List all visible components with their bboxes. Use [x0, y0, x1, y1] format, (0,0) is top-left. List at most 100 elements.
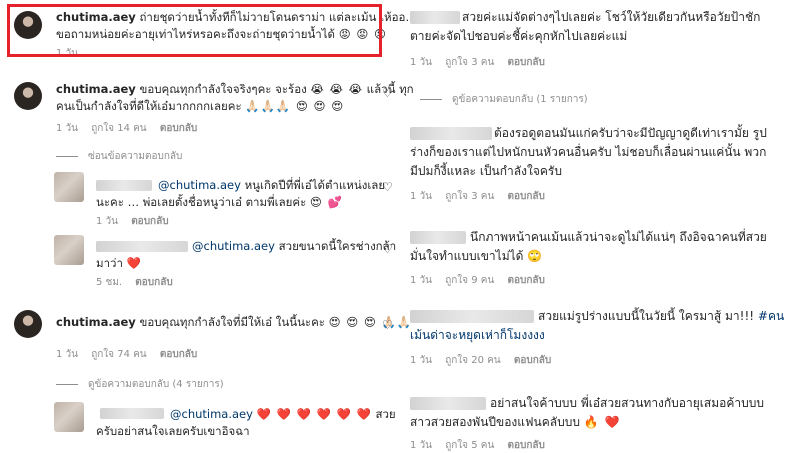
comment-meta: 1 วัน ถูกใจ 14 คน ตอบกลับ — [56, 121, 207, 136]
timestamp: 1 วัน — [56, 123, 78, 134]
blurred-username — [100, 408, 164, 419]
hashtag-link[interactable]: #คน — [758, 309, 784, 323]
like-count[interactable]: ถูกใจ 14 คน — [91, 123, 146, 134]
like-count[interactable]: ถูกใจ 3 คน — [445, 57, 494, 68]
mention-link[interactable]: @chutima.aey — [170, 407, 253, 421]
avatar[interactable] — [54, 172, 84, 202]
comment-text-line-2: ร่างก็ของเราแต่ไปหนักบนหัวคนอื่นครับ ไม่… — [410, 144, 766, 161]
blurred-username — [96, 241, 188, 252]
hashtag-link[interactable]: เม้นด่าจะหยุดเห่าก็โมงงงง — [410, 328, 545, 342]
comment-text: มีปมก็งี้แหละ เป็นกำลังใจครับ — [410, 164, 562, 178]
comment-text-line-1: ต้องรอดูตอนมันแก่ครับว่าจะมีปัญญาดูดีเท่… — [494, 125, 767, 142]
comment-text: ขอบคุณทุกกำลังใจจริงๆคะ จะร้อง — [139, 82, 307, 96]
reply-text-line-2: นะคะ … พ่อเลยตั้งชื่อหนูว่าเอ๋ ตามพี่เลย… — [96, 194, 343, 211]
reply-button[interactable]: ตอบกลับ — [160, 123, 197, 134]
comment-text: ต้องรอดูตอนมันแก่ครับว่าจะมีปัญญาดูดีเท่… — [494, 126, 767, 140]
comment-text: สาวสวยสองพันปีของแฟนคลับบบ — [410, 415, 580, 429]
comment-text: ร่างก็ของเราแต่ไปหนักบนหัวคนอื่นครับ ไม่… — [410, 145, 767, 159]
comment-text-line-2: คนเป็นกำลังใจที่ดีให้เอ๋มากกกกเลยคะ 🙏🏻🙏🏻… — [56, 98, 344, 115]
right-comments-panel: สวยค่ะแม่จัดต่างๆไปเลยค่ะ โชว์ให้วัยเดีย… — [400, 0, 800, 452]
reply-button[interactable]: ตอบกลับ — [507, 440, 544, 451]
left-comments-panel: chutima.aey ถ่ายชุดว่ายน้ำทั้งทีก็ไม่วาย… — [0, 0, 417, 452]
blurred-username — [410, 397, 486, 410]
blurred-username — [410, 310, 534, 323]
reply-text-line-1: @chutima.aey ❤️ ❤️ ❤️ ❤️ ❤️ ❤️ สวย — [170, 406, 396, 423]
reply-button[interactable]: ตอบกลับ — [131, 216, 168, 227]
comment-meta: 1 วัน ถูกใจ 3 คน ตอบกลับ — [410, 189, 555, 204]
comment-meta: 1 วัน ถูกใจ 20 คน ตอบกลับ — [410, 353, 561, 368]
comment-text-line-1: chutima.aey ขอบคุณทุกกำลังใจจริงๆคะ จะร้… — [56, 81, 414, 98]
like-count[interactable]: ถูกใจ 9 คน — [445, 275, 494, 286]
reply-text-line-1: @chutima.aey สวยขนาดนี้ใครช่างกล้า — [192, 238, 396, 255]
heart-eyes-emoji: 😍 💕 — [309, 195, 343, 209]
hide-replies-button[interactable]: ซ่อนข้อความตอบกลับ — [56, 149, 182, 164]
blurred-username — [410, 231, 466, 244]
reply-text-line-2: มาว่า ❤️ — [96, 255, 142, 272]
timestamp: 1 วัน — [410, 57, 432, 68]
comment-text-line-1: นึกภาพหน้าคนเม้นแล้วน่าจะดูไม่ได้แน่ๆ ถึ… — [470, 229, 767, 246]
like-count[interactable]: ถูกใจ 74 คน — [91, 349, 146, 360]
avatar[interactable] — [54, 402, 84, 432]
comment-text: สวยแม่รูปร่างแบบนี้ในวัยนี้ ใครมาสู้ มา!… — [538, 309, 755, 323]
mention-link[interactable]: @chutima.aey — [158, 178, 241, 192]
comment-meta: 1 วัน ถูกใจ 74 คน ตอบกลับ — [56, 347, 207, 362]
like-heart-icon[interactable]: ♡ — [382, 242, 393, 256]
like-heart-icon[interactable]: ♡ — [382, 318, 393, 332]
hide-replies-label: ซ่อนข้อความตอบกลับ — [88, 151, 183, 162]
comment-text-line-2: เม้นด่าจะหยุดเห่าก็โมงงงง — [410, 327, 545, 344]
reply-text: หนูเกิดปีที่พี่เอ๋ได้ตำแหน่งเลย — [244, 178, 386, 192]
comment-text-line-2: ตายค่ะจัดไปชอบค่ะชี้ค่ะคุกหักไปเลยค่ะแม่ — [410, 28, 627, 45]
avatar[interactable] — [54, 235, 84, 265]
username[interactable]: chutima.aey — [56, 315, 136, 329]
comment-text-line-1: สวยแม่รูปร่างแบบนี้ในวัยนี้ ใครมาสู้ มา!… — [538, 308, 784, 325]
like-heart-icon[interactable]: ♡ — [382, 86, 393, 100]
reply-meta: 1 วัน ตอบกลับ — [96, 214, 179, 229]
reply-button[interactable]: ตอบกลับ — [507, 275, 544, 286]
reply-button[interactable]: ตอบกลับ — [160, 349, 197, 360]
avatar[interactable] — [14, 82, 42, 110]
red-heart-emoji: ❤️ — [126, 256, 142, 270]
username[interactable]: chutima.aey — [56, 82, 136, 96]
comment-meta: 1 วัน ถูกใจ 5 คน ตอบกลับ — [410, 438, 555, 453]
divider-line — [56, 155, 78, 157]
reply-text: สวยขนาดนี้ใครช่างกล้า — [278, 239, 397, 253]
reply-button[interactable]: ตอบกลับ — [507, 191, 544, 202]
reply-button[interactable]: ตอบกลับ — [514, 355, 551, 366]
avatar[interactable] — [14, 310, 42, 338]
view-replies-label: ดูข้อความตอบกลับ (1 รายการ) — [452, 94, 588, 105]
view-replies-label: ดูข้อความตอบกลับ (4 รายการ) — [88, 379, 224, 390]
comment-text: chutima.aey ขอบคุณทุกกำลังใจที่มีให้เอ๋ … — [56, 314, 412, 331]
timestamp: 1 วัน — [410, 355, 432, 366]
timestamp: 1 วัน — [410, 440, 432, 451]
view-replies-button[interactable]: ดูข้อความตอบกลับ (1 รายการ) — [420, 92, 588, 107]
reply-button[interactable]: ตอบกลับ — [135, 277, 172, 288]
comment-text-line-1: อย่าสนใจค้าบบบ พี่เอ๋สวยสวนทางกับอายุเสม… — [490, 395, 764, 412]
reply-button[interactable]: ตอบกลับ — [507, 57, 544, 68]
divider-line — [56, 383, 78, 385]
comment-text: นึกภาพหน้าคนเม้นแล้วน่าจะดูไม่ได้แน่ๆ ถึ… — [470, 230, 767, 244]
comment-text-line-2: มั่นใจทำแบบเขาไม่ได้ 🙄 — [410, 248, 543, 265]
reply-meta: 5 ชม. ตอบกลับ — [96, 275, 183, 290]
like-count[interactable]: ถูกใจ 3 คน — [445, 191, 494, 202]
timestamp: 1 วัน — [56, 349, 78, 360]
mention-link[interactable]: @chutima.aey — [192, 239, 275, 253]
like-count[interactable]: ถูกใจ 5 คน — [445, 440, 494, 451]
timestamp: 1 วัน — [410, 275, 432, 286]
reply-text: มาว่า — [96, 256, 123, 270]
highlight-box — [7, 4, 382, 57]
comment-text: ขอบคุณทุกกำลังใจที่มีให้เอ๋ ในนี้นะคะ — [139, 315, 325, 329]
fire-heart-emoji: 🔥 ❤️ — [583, 415, 621, 429]
reply-text-line-1: @chutima.aey หนูเกิดปีที่พี่เอ๋ได้ตำแหน่… — [158, 177, 385, 194]
red-heart-emoji: ❤️ ❤️ ❤️ ❤️ ❤️ ❤️ — [256, 407, 372, 421]
like-heart-icon[interactable]: ♡ — [382, 180, 393, 194]
like-count[interactable]: ถูกใจ 20 คน — [445, 355, 500, 366]
view-replies-button[interactable]: ดูข้อความตอบกลับ (4 รายการ) — [56, 377, 224, 392]
comment-text-line-3: มีปมก็งี้แหละ เป็นกำลังใจครับ — [410, 163, 562, 180]
reply-text: ครับอย่าสนใจเลยครับเขาอิจฉา — [96, 424, 250, 438]
comment-text: อย่าสนใจค้าบบบ พี่เอ๋สวยสวนทางกับอายุเสม… — [490, 396, 764, 410]
comment-text: ตายค่ะจัดไปชอบค่ะชี้ค่ะคุกหักไปเลยค่ะแม่ — [410, 29, 628, 43]
eye-roll-emoji: 🙄 — [527, 249, 544, 263]
blurred-username — [96, 180, 152, 191]
reply-text: นะคะ … พ่อเลยตั้งชื่อหนูว่าเอ๋ ตามพี่เลย… — [96, 195, 307, 209]
comment-meta: 1 วัน ถูกใจ 3 คน ตอบกลับ — [410, 55, 555, 70]
